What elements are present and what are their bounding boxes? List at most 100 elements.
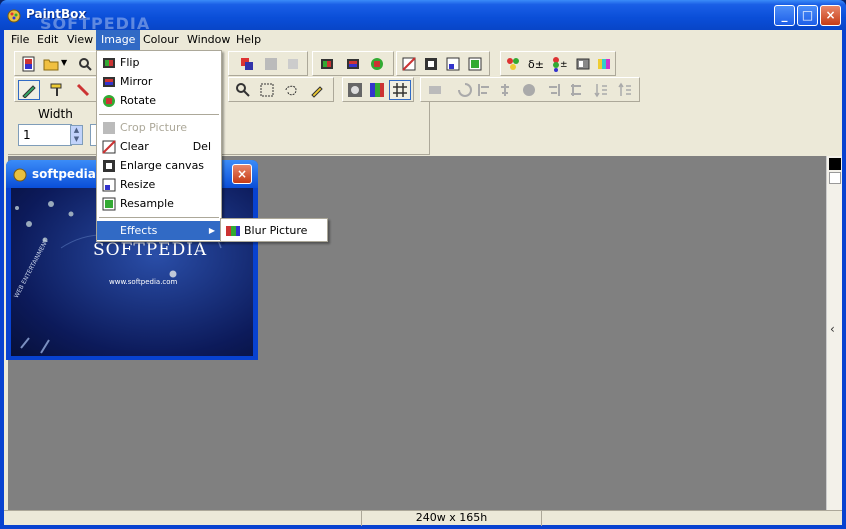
width-input[interactable]: 1: [18, 124, 72, 146]
image-menu-dropdown: Flip Mirror Rotate Crop Picture Clear De…: [96, 50, 222, 242]
menu-item-mirror[interactable]: Mirror: [97, 72, 221, 91]
view-toolbar: [342, 77, 414, 102]
title-bar[interactable]: PaintBox SOFTPEDIA _ □ ×: [0, 0, 846, 33]
close-button[interactable]: ×: [820, 5, 841, 26]
resample-icon[interactable]: [467, 56, 483, 72]
menu-view[interactable]: View: [62, 30, 98, 50]
menu-item-label: Enlarge canvas: [120, 159, 205, 172]
svg-text:δ±: δ±: [528, 58, 543, 71]
invert-colours-icon[interactable]: [597, 56, 613, 72]
edit-toolbar: [228, 51, 308, 76]
grid-icon: [393, 83, 407, 97]
softpedia-url: www.softpedia.com: [109, 278, 178, 286]
menu-item-resize[interactable]: Resize: [97, 175, 221, 194]
menu-item-crop-picture[interactable]: Crop Picture: [97, 118, 221, 137]
rotate-icon[interactable]: [369, 56, 385, 72]
menu-item-effects[interactable]: Effects ▶: [97, 221, 221, 240]
menu-item-label: Rotate: [120, 94, 157, 107]
spin-up-icon[interactable]: ▲: [71, 126, 82, 135]
menu-edit[interactable]: Edit: [32, 30, 63, 50]
menu-item-shortcut: Del: [192, 140, 211, 153]
width-label: Width: [38, 107, 73, 121]
paint-roller-icon[interactable]: [49, 82, 65, 98]
child-close-button[interactable]: ×: [232, 164, 252, 184]
scroll-left-arrow-icon[interactable]: ‹: [830, 322, 835, 336]
menu-item-clear[interactable]: Clear Del: [97, 137, 221, 156]
main-window: PaintBox SOFTPEDIA _ □ × File Edit View …: [0, 0, 846, 529]
svg-text:±: ±: [560, 60, 567, 70]
palette-scrollbar[interactable]: ‹: [826, 156, 842, 510]
blur-icon: [226, 226, 240, 236]
rgb-balance-icon[interactable]: ±: [551, 56, 567, 72]
align-center-disabled-icon[interactable]: [497, 82, 513, 98]
distribute-disabled-icon[interactable]: [569, 82, 585, 98]
spin-down-icon[interactable]: ▼: [71, 135, 82, 144]
menu-item-flip[interactable]: Flip: [97, 53, 221, 72]
colour-adjust-icon[interactable]: δ±: [527, 56, 543, 72]
flip-icon: [103, 58, 115, 68]
status-cell-empty: [4, 511, 362, 526]
tools-toolbar: [14, 77, 100, 102]
menu-image[interactable]: Image: [96, 30, 141, 50]
pencil-tool-selected[interactable]: [18, 80, 40, 100]
enlarge-canvas-icon[interactable]: [423, 56, 439, 72]
width-spinner[interactable]: ▲ ▼: [70, 125, 83, 145]
new-image-icon[interactable]: [21, 56, 37, 72]
paste-disabled-icon[interactable]: [263, 56, 279, 72]
menu-item-enlarge-canvas[interactable]: Enlarge canvas: [97, 156, 221, 175]
fullscreen-icon[interactable]: [347, 82, 363, 98]
circle-disabled-icon[interactable]: [521, 82, 537, 98]
minimize-button[interactable]: _: [774, 5, 795, 26]
menu-item-label: Blur Picture: [244, 224, 308, 237]
rectangle-select-icon[interactable]: [259, 82, 275, 98]
menu-item-rotate[interactable]: Rotate: [97, 91, 221, 110]
rotate-disabled-icon[interactable]: [457, 82, 473, 98]
align-left-disabled-icon[interactable]: [477, 82, 493, 98]
resize-icon: [102, 178, 116, 192]
open-dropdown-arrow-icon[interactable]: ▼: [61, 58, 67, 67]
sort-down-disabled-icon[interactable]: [593, 82, 609, 98]
white-swatch[interactable]: [829, 172, 841, 184]
eyedropper-icon[interactable]: [309, 82, 325, 98]
greyscale-icon[interactable]: [575, 56, 591, 72]
resize-icon[interactable]: [445, 56, 461, 72]
open-folder-icon[interactable]: [43, 56, 59, 72]
flip-icon[interactable]: [319, 56, 335, 72]
menu-item-blur-picture[interactable]: Blur Picture: [221, 221, 327, 240]
black-swatch[interactable]: [829, 158, 841, 170]
pencil-icon: [22, 85, 36, 98]
brush-icon[interactable]: [75, 82, 91, 98]
file-toolbar: ▼: [14, 51, 104, 76]
canvas-toolbar: [396, 51, 490, 76]
submenu-arrow-icon: ▶: [208, 226, 215, 235]
copy-icon[interactable]: [239, 56, 255, 72]
menu-item-label: Effects: [120, 224, 158, 237]
menu-file[interactable]: File: [6, 30, 34, 50]
palette-icon[interactable]: [505, 56, 521, 72]
menu-window[interactable]: Window: [182, 30, 235, 50]
maximize-button[interactable]: □: [797, 5, 818, 26]
status-dimensions: 240w x 165h: [362, 511, 542, 526]
resample-icon: [102, 197, 116, 211]
clear-icon[interactable]: [401, 56, 417, 72]
align-right-disabled-icon[interactable]: [545, 82, 561, 98]
status-bar: 240w x 165h: [4, 510, 842, 526]
layers-disabled-icon[interactable]: [427, 82, 443, 98]
sort-up-disabled-icon[interactable]: [617, 82, 633, 98]
child-app-icon: [13, 168, 27, 182]
image-toolbar: [312, 51, 394, 76]
menu-colour[interactable]: Colour: [138, 30, 184, 50]
crop-icon: [103, 122, 115, 134]
colour-bars-icon[interactable]: [369, 82, 385, 98]
grid-toggle-selected[interactable]: [389, 80, 411, 100]
mirror-icon[interactable]: [345, 56, 361, 72]
menu-item-label: Flip: [120, 56, 140, 69]
menu-item-label: Clear: [120, 140, 149, 153]
print-preview-icon[interactable]: [77, 56, 93, 72]
colour-toolbar: δ± ±: [500, 51, 616, 76]
lasso-select-icon[interactable]: [283, 82, 299, 98]
undo-disabled-icon[interactable]: [285, 56, 301, 72]
menu-item-resample[interactable]: Resample: [97, 194, 221, 213]
zoom-icon[interactable]: [235, 82, 251, 98]
menu-help[interactable]: Help: [231, 30, 266, 50]
